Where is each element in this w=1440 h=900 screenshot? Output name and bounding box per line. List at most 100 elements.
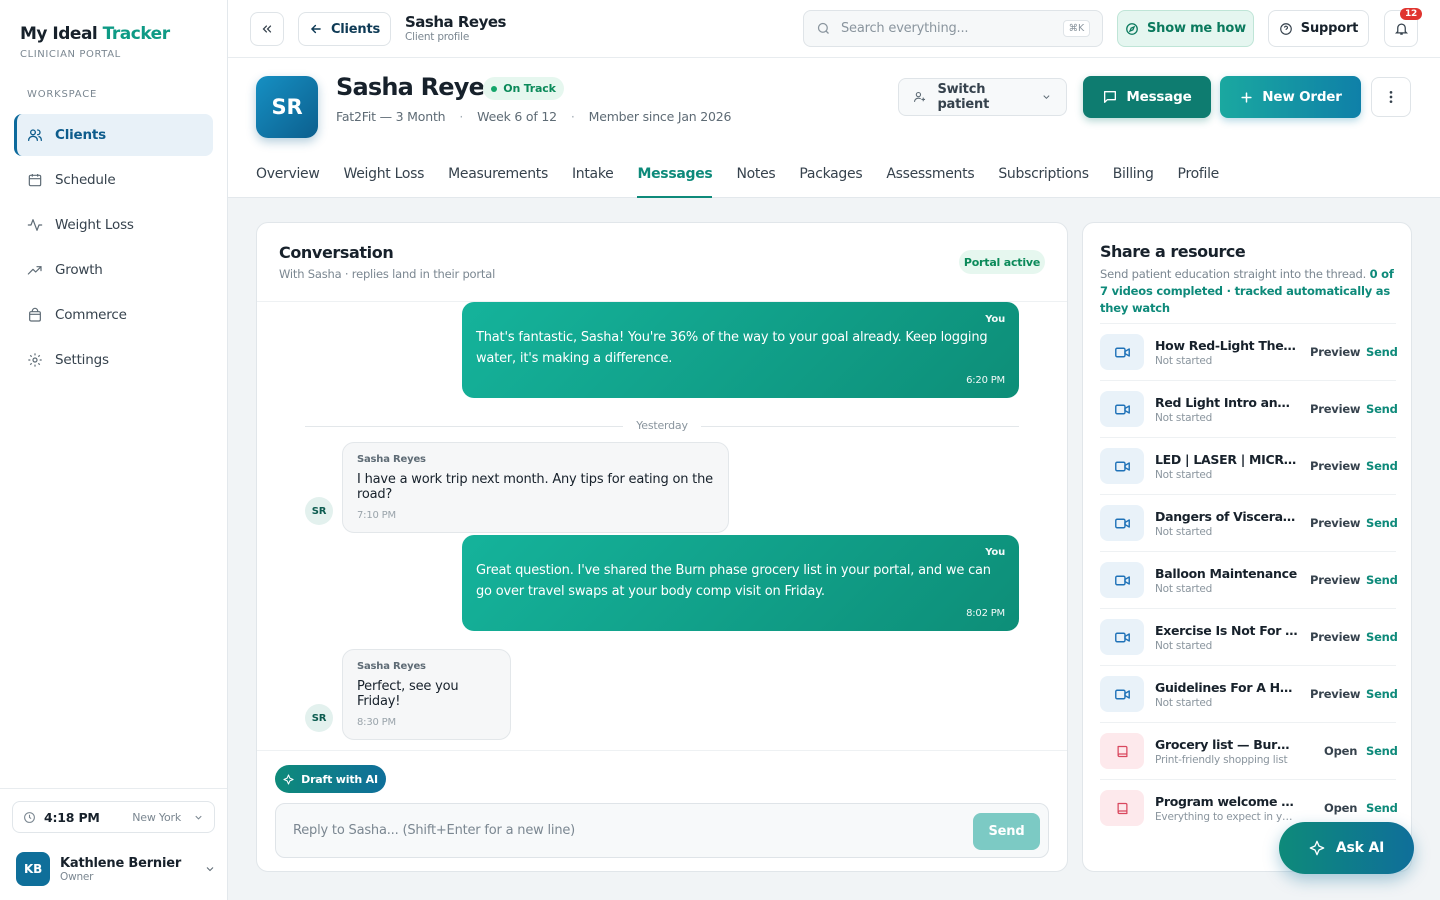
show-me-how-button[interactable]: Show me how <box>1117 10 1254 47</box>
resource-thumb <box>1100 448 1144 484</box>
sidebar-item-label: Clients <box>55 127 107 143</box>
collapse-sidebar-button[interactable] <box>250 12 284 46</box>
tab-messages[interactable]: Messages <box>637 162 713 198</box>
sender-avatar: SR <box>305 497 333 525</box>
chevrons-left-icon <box>262 25 272 33</box>
brand-name: My Ideal Tracker <box>20 24 170 44</box>
sidebar-item-label: Weight Loss <box>55 217 134 233</box>
more-options-button[interactable] <box>1371 77 1411 117</box>
new-order-label: New Order <box>1262 89 1342 105</box>
new-order-button[interactable]: New Order <box>1220 76 1361 118</box>
draft-with-ai-label: Draft with AI <box>301 772 378 786</box>
resource-title: Program welcome pack <box>1155 793 1298 809</box>
message-sender: Sasha Reyes <box>357 454 426 465</box>
arrow-left-icon <box>310 24 321 34</box>
member-since: Member since Jan 2026 <box>588 109 732 124</box>
ask-ai-label: Ask AI <box>1335 840 1385 856</box>
brand-logo[interactable]: My Ideal Tracker CLINICIAN PORTAL <box>20 24 170 60</box>
meta-separator: · <box>459 109 464 124</box>
switch-patient-button[interactable]: Switch patient <box>898 78 1067 116</box>
open-button[interactable]: Open <box>1324 744 1357 758</box>
resources-desc-text: Send patient education straight into the… <box>1100 267 1370 281</box>
preview-button[interactable]: Preview <box>1310 516 1361 530</box>
message-text: Great question. I've shared the Burn pha… <box>476 563 991 599</box>
resource-status: Not started <box>1155 354 1213 367</box>
tab-notes[interactable]: Notes <box>736 162 775 198</box>
tab-packages[interactable]: Packages <box>799 162 862 198</box>
tab-weight-loss[interactable]: Weight Loss <box>344 162 425 198</box>
resources-title: Share a resource <box>1100 242 1246 261</box>
send-resource-button[interactable]: Send <box>1366 402 1398 416</box>
sidebar-item-label: Schedule <box>55 172 116 188</box>
sidebar-item-clients[interactable]: Clients <box>14 114 213 156</box>
back-to-clients-button[interactable]: Clients <box>298 12 391 46</box>
resource-title: How Red-Light Therapy Works <box>1155 337 1298 353</box>
message-thread[interactable]: You That's fantastic, Sasha! You're 36% … <box>257 302 1067 750</box>
tab-intake[interactable]: Intake <box>572 162 614 198</box>
send-resource-button[interactable]: Send <box>1366 573 1398 587</box>
resource-list: How Red-Light Therapy WorksNot startedPr… <box>1100 323 1398 836</box>
resource-status: Not started <box>1155 582 1213 595</box>
tab-billing[interactable]: Billing <box>1113 162 1154 198</box>
resource-thumb <box>1100 790 1144 826</box>
sidebar-item-weight-loss[interactable]: Weight Loss <box>14 204 213 246</box>
day-separator-label: Yesterday <box>636 419 688 432</box>
tab-profile[interactable]: Profile <box>1178 162 1220 198</box>
user-role: Owner <box>60 870 94 883</box>
preview-button[interactable]: Preview <box>1310 630 1361 644</box>
tab-subscriptions[interactable]: Subscriptions <box>998 162 1089 198</box>
user-menu[interactable]: KB Kathlene Bernier Owner <box>16 852 216 886</box>
reply-input[interactable]: Reply to Sasha... (Shift+Enter for a new… <box>275 803 1049 858</box>
send-resource-button[interactable]: Send <box>1366 345 1398 359</box>
program-name: Fat2Fit — 3 Month <box>336 109 446 124</box>
workspace-label: WORKSPACE <box>27 89 98 100</box>
send-resource-button[interactable]: Send <box>1366 801 1398 815</box>
timezone-clock[interactable]: 4:18 PM New York <box>12 801 215 833</box>
preview-button[interactable]: Preview <box>1310 573 1361 587</box>
resource-item: Exercise Is Not For Weight LossNot start… <box>1100 608 1398 665</box>
resource-text: How Red-Light Therapy WorksNot started <box>1155 338 1298 367</box>
more-vertical-icon <box>1389 91 1393 103</box>
trending-up-icon <box>27 266 42 275</box>
send-resource-button[interactable]: Send <box>1366 687 1398 701</box>
sidebar-item-schedule[interactable]: Schedule <box>14 159 213 201</box>
activity-icon <box>27 219 43 231</box>
send-resource-button[interactable]: Send <box>1366 459 1398 473</box>
send-resource-button[interactable]: Send <box>1366 744 1398 758</box>
resource-item: Dangers of Visceral Fat Not started Previe… <box>1100 494 1398 551</box>
preview-button[interactable]: Preview <box>1310 687 1361 701</box>
chevron-down-icon <box>206 867 214 872</box>
message-sender: You <box>985 547 1005 558</box>
sidebar-item-commerce[interactable]: Commerce <box>14 294 213 336</box>
resource-status: Not started <box>1155 525 1213 538</box>
resource-item: Red Light Intro and 11 BenefitsNot start… <box>1100 380 1398 437</box>
support-button[interactable]: Support <box>1268 10 1369 47</box>
message-button[interactable]: Message <box>1083 76 1211 118</box>
send-resource-button[interactable]: Send <box>1366 516 1398 530</box>
search-input[interactable]: Search everything... ⌘K <box>803 10 1103 47</box>
send-button[interactable]: Send <box>973 813 1040 850</box>
tab-overview[interactable]: Overview <box>256 162 320 198</box>
ask-ai-button[interactable]: Ask AI <box>1279 822 1414 874</box>
notification-count-badge: 12 <box>1400 8 1423 20</box>
open-button[interactable]: Open <box>1324 801 1357 815</box>
clock-icon <box>24 811 35 823</box>
send-resource-button[interactable]: Send <box>1366 630 1398 644</box>
resource-status: Not started <box>1155 411 1213 424</box>
preview-button[interactable]: Preview <box>1310 459 1361 473</box>
sidebar-item-growth[interactable]: Growth <box>14 249 213 291</box>
preview-button[interactable]: Preview <box>1310 402 1361 416</box>
message-bubble-incoming: Sasha Reyes I have a work trip next mont… <box>342 442 729 533</box>
video-icon <box>1114 632 1130 642</box>
tab-measurements[interactable]: Measurements <box>448 162 548 198</box>
preview-button[interactable]: Preview <box>1310 345 1361 359</box>
draft-with-ai-button[interactable]: Draft with AI <box>275 765 386 793</box>
topbar: Clients Sasha Reyes Client profile Searc… <box>228 0 1440 58</box>
avatar: KB <box>16 852 50 886</box>
divider <box>257 750 1067 751</box>
message-time: 8:30 PM <box>357 717 396 728</box>
sidebar-item-settings[interactable]: Settings <box>14 339 213 381</box>
tab-assessments[interactable]: Assessments <box>886 162 974 198</box>
chevron-down-icon <box>1043 95 1050 100</box>
conversation-card: Conversation With Sasha · replies land i… <box>256 222 1068 872</box>
